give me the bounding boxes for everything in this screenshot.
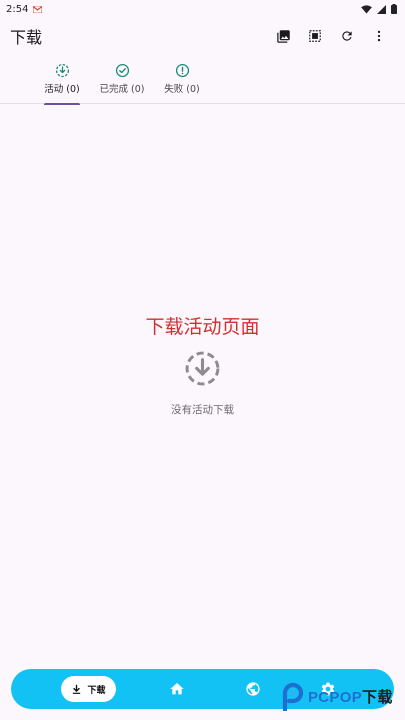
- tab-indicator: [44, 103, 80, 105]
- nav-download-button[interactable]: 下载: [61, 676, 116, 702]
- watermark-brand: PCPOP: [308, 688, 363, 706]
- download-progress-icon: [55, 63, 69, 78]
- watermark-text: PCPOP下载: [308, 686, 393, 707]
- download-tabs: 活动 (0) 已完成 (0) 失败 (0): [0, 58, 405, 105]
- nav-download-label: 下载: [87, 685, 106, 696]
- tab-active[interactable]: 活动 (0): [44, 58, 80, 105]
- empty-state-message: 没有活动下载: [171, 404, 234, 416]
- status-left: 2:54: [6, 3, 43, 15]
- more-vert-icon: [377, 30, 381, 42]
- select-all-icon: [309, 30, 321, 42]
- download-icon: [73, 684, 81, 694]
- check-circle-icon: [115, 63, 129, 78]
- watermark-suffix: 下载: [362, 688, 393, 706]
- page-title: 下载: [10, 28, 43, 47]
- watermark: PCPOP下载: [280, 681, 393, 711]
- refresh-icon: [342, 31, 352, 41]
- tab-completed[interactable]: 已完成 (0): [98, 58, 146, 104]
- empty-state-title: 下载活动页面: [145, 316, 260, 338]
- error-circle-icon: [175, 63, 189, 78]
- tab-label: 已完成 (0): [99, 84, 145, 95]
- gmail-notification-icon: [33, 5, 43, 13]
- more-options-button[interactable]: [363, 20, 395, 52]
- globe-icon[interactable]: [245, 681, 261, 697]
- refresh-button[interactable]: [331, 20, 363, 52]
- battery-icon: [391, 4, 397, 14]
- photo-library-icon: [276, 29, 290, 43]
- tab-label: 失败 (0): [164, 84, 200, 95]
- pcpop-logo-icon: [282, 682, 304, 711]
- app-actions: [267, 20, 395, 52]
- tab-label: 活动 (0): [44, 84, 80, 95]
- select-all-button[interactable]: [299, 20, 331, 52]
- gallery-button[interactable]: [267, 20, 299, 52]
- status-right: [361, 4, 397, 14]
- home-icon[interactable]: [169, 681, 185, 697]
- status-bar: 2:54: [0, 0, 405, 18]
- tab-failed[interactable]: 失败 (0): [163, 58, 201, 104]
- status-time: 2:54: [6, 3, 29, 15]
- download-progress-icon: [185, 351, 220, 386]
- wifi-icon: [361, 4, 372, 14]
- app-bar: 下载: [0, 18, 405, 54]
- cellular-signal-icon: [377, 4, 386, 14]
